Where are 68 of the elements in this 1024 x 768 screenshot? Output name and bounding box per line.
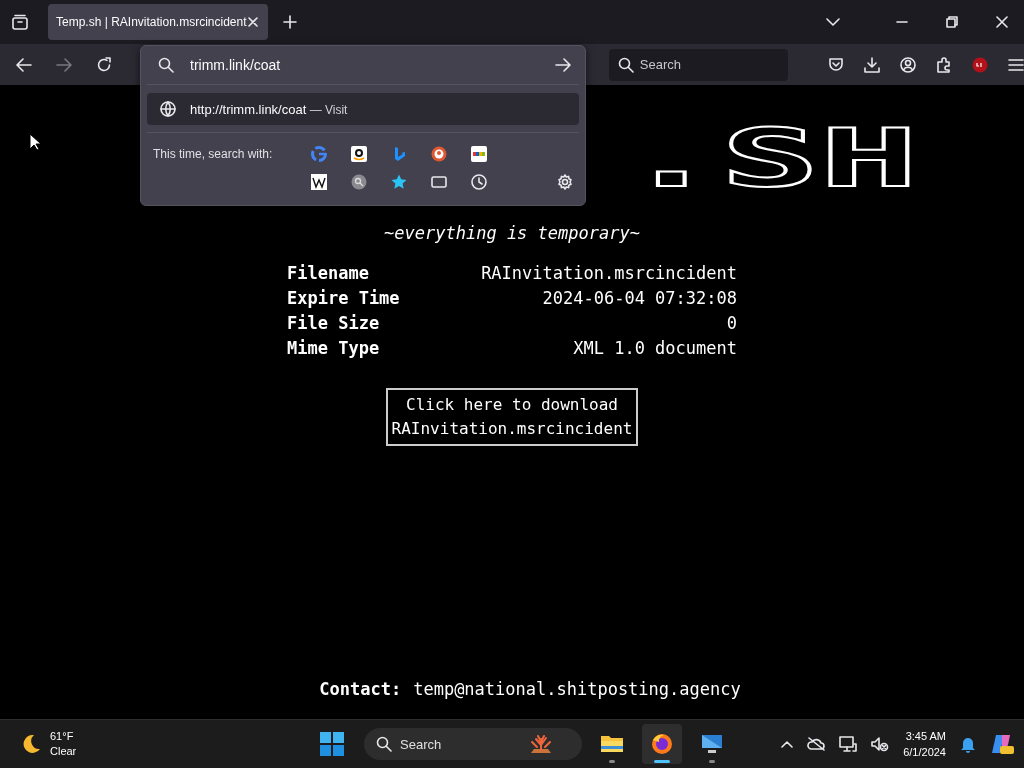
detail-label: Mime Type	[287, 338, 381, 358]
restore-icon[interactable]	[946, 16, 958, 28]
suggestion-text: http://trimm.link/coat — Visit	[190, 101, 348, 117]
google-icon[interactable]	[311, 146, 327, 162]
go-arrow-icon[interactable]	[555, 58, 571, 72]
search-icon	[158, 57, 174, 73]
detail-label: Filename	[287, 263, 370, 283]
pocket-icon[interactable]	[828, 56, 844, 73]
tab-list-icon[interactable]	[11, 14, 29, 30]
detail-value: RAInvitation.msrcincident	[480, 263, 737, 283]
windows-start-icon[interactable]	[320, 732, 344, 756]
chevron-down-icon[interactable]	[826, 18, 840, 26]
mouse-pointer-icon	[29, 133, 41, 151]
remote-desktop-icon	[700, 732, 724, 756]
taskbar-search-box[interactable]: Search	[364, 728, 582, 760]
close-icon[interactable]	[248, 17, 258, 27]
forward-icon	[56, 57, 72, 72]
taskbar-search[interactable]: Search	[400, 730, 520, 758]
back-icon[interactable]	[16, 57, 32, 72]
weather-condition: Clear	[50, 744, 77, 759]
clock-date: 6/1/2024	[903, 745, 946, 760]
site-logo: .SH	[622, 123, 919, 195]
copilot-icon[interactable]	[990, 733, 1014, 755]
reload-icon[interactable]	[96, 56, 112, 73]
close-icon[interactable]	[996, 16, 1008, 28]
email-link[interactable]: temp@national.shitposting.agency	[413, 679, 741, 699]
detail-label: Expire Time	[287, 288, 401, 308]
menu-icon[interactable]	[1008, 57, 1024, 72]
chevron-up-icon[interactable]	[781, 740, 794, 748]
temperature: 61°F	[50, 729, 75, 744]
magnifier-icon[interactable]	[351, 174, 367, 190]
detail-value: XML 1.0 document	[572, 338, 737, 358]
clock-time: 3:45 AM	[905, 729, 946, 744]
clock-icon[interactable]	[471, 174, 487, 190]
speaker-muted-icon[interactable]	[871, 736, 890, 752]
contact-label: Contact:	[319, 679, 402, 699]
detail-value: 0	[725, 313, 737, 333]
download-icon[interactable]	[864, 56, 880, 73]
new-tab-icon[interactable]	[283, 15, 297, 29]
shopping-icon[interactable]	[471, 146, 487, 162]
account-icon[interactable]	[900, 56, 916, 73]
search-field[interactable]: Search	[639, 50, 780, 79]
detail-label: File Size	[287, 313, 381, 333]
star-icon[interactable]	[391, 174, 407, 190]
url-suggestion[interactable]: http://trimm.link/coat — Visit	[147, 93, 579, 125]
taskbar-app[interactable]	[642, 724, 682, 764]
globe-icon	[160, 101, 176, 117]
firefox-icon	[650, 732, 674, 756]
detail-value: 2024-06-04 07:32:08	[541, 288, 737, 308]
extensions-icon[interactable]	[936, 56, 952, 73]
wikipedia-icon[interactable]	[311, 174, 327, 190]
duck-icon[interactable]	[431, 146, 447, 162]
search-box[interactable]: Search	[608, 48, 788, 81]
coral-icon	[528, 733, 554, 755]
search-icon	[376, 736, 392, 752]
cloud-off-icon[interactable]	[807, 737, 826, 751]
search-with-label: This time, search with:	[153, 146, 274, 161]
tab-icon[interactable]	[431, 174, 447, 190]
network-icon[interactable]	[839, 736, 858, 752]
tagline: ~everything is temporary~	[384, 223, 640, 243]
bell-icon[interactable]	[960, 735, 976, 753]
amazon-icon[interactable]	[351, 146, 367, 162]
address-field[interactable]: trimm.link/coat	[190, 50, 539, 80]
download-link[interactable]: Click here to download RAInvitation.msrcincident	[385, 388, 639, 446]
tab-title: Temp.sh | RAInvitation.msrcincident	[56, 15, 247, 29]
browser-tab[interactable]: Temp.sh | RAInvitation.msrcincident	[48, 4, 268, 40]
settings-icon[interactable]	[557, 174, 573, 190]
search-icon	[617, 56, 634, 73]
